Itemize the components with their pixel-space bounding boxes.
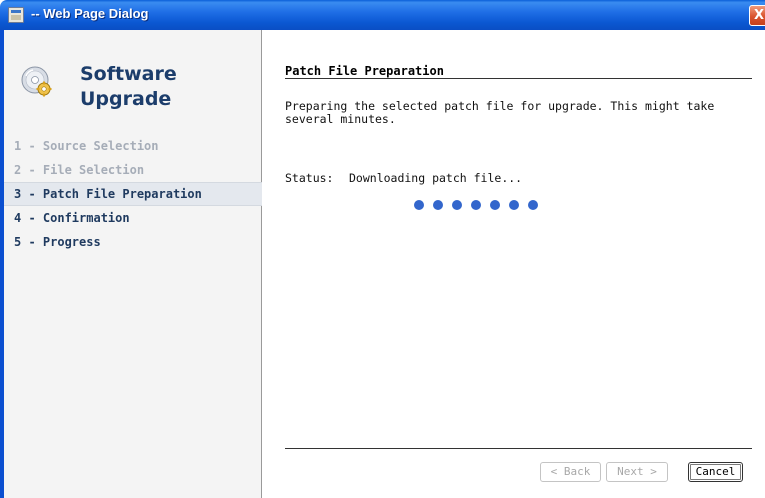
window-title: -- Web Page Dialog bbox=[31, 6, 149, 21]
step-patch-file-preparation: 3 - Patch File Preparation bbox=[4, 182, 262, 206]
progress-dot bbox=[433, 200, 443, 210]
next-button[interactable]: Next > bbox=[606, 462, 668, 482]
progress-dot bbox=[528, 200, 538, 210]
step-confirmation: 4 - Confirmation bbox=[14, 211, 130, 225]
step-source-selection: 1 - Source Selection bbox=[14, 139, 159, 153]
close-button[interactable]: X bbox=[749, 5, 765, 26]
top-divider bbox=[285, 78, 752, 79]
wizard-sidebar: Software Upgrade 1 - Source Selection 2 … bbox=[4, 30, 262, 498]
status-label: Status: bbox=[285, 171, 334, 185]
progress-dot bbox=[509, 200, 519, 210]
bottom-divider bbox=[285, 448, 752, 449]
wizard-steps: 1 - Source Selection 2 - File Selection … bbox=[4, 134, 262, 254]
step-progress: 5 - Progress bbox=[14, 235, 101, 249]
wizard-heading-line2: Upgrade bbox=[80, 88, 172, 110]
back-button[interactable]: < Back bbox=[540, 462, 601, 482]
progress-dot bbox=[490, 200, 500, 210]
step-file-selection: 2 - File Selection bbox=[14, 163, 145, 177]
progress-dot bbox=[471, 200, 481, 210]
window-icon bbox=[8, 7, 24, 23]
wizard-content: Patch File Preparation Preparing the sel… bbox=[263, 30, 765, 498]
wizard-heading-line1: Software bbox=[80, 63, 177, 85]
progress-dot bbox=[414, 200, 424, 210]
description-text: Preparing the selected patch file for up… bbox=[285, 99, 715, 126]
cd-gear-icon bbox=[21, 66, 52, 97]
section-title: Patch File Preparation bbox=[285, 64, 444, 78]
status-value: Downloading patch file... bbox=[349, 171, 523, 185]
wizard-heading: Software Upgrade bbox=[80, 62, 250, 112]
title-bar: -- Web Page Dialog X bbox=[0, 0, 765, 30]
cancel-button[interactable]: Cancel bbox=[688, 462, 743, 482]
progress-dot bbox=[452, 200, 462, 210]
